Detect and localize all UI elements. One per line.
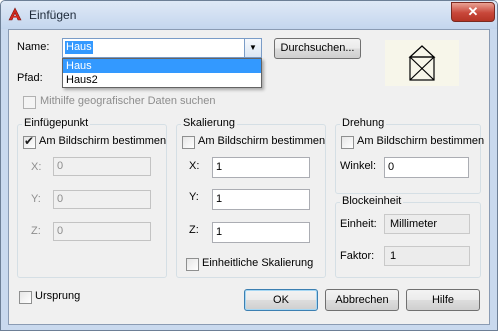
scale-z-field[interactable]: 1	[212, 222, 310, 243]
origin-label: Ursprung	[35, 290, 81, 302]
scale-x-field[interactable]: 1	[212, 157, 310, 178]
browse-button[interactable]: Durchsuchen...	[274, 38, 361, 59]
dropdown-option-haus2[interactable]: Haus2	[63, 73, 261, 87]
uniform-scale-checkbox[interactable]	[186, 258, 199, 271]
dropdown-option-haus[interactable]: Haus	[63, 59, 261, 73]
insertion-on-screen-checkbox[interactable]: ✔	[23, 134, 36, 149]
insertion-x-field[interactable]: 0	[53, 157, 151, 176]
geo-data-checkbox[interactable]	[23, 96, 36, 109]
block-preview	[385, 40, 459, 86]
dialog-body: Name: Haus ▼ Haus Haus2 Durchsuchen... P…	[8, 29, 490, 325]
insert-dialog: Einfügen ✕ Name: Haus ▼ Haus Haus2 Durch…	[0, 0, 498, 331]
insertion-z-field[interactable]: 0	[53, 222, 151, 241]
scale-title: Skalierung	[181, 117, 237, 129]
ok-button[interactable]: OK	[244, 289, 318, 311]
name-label: Name:	[17, 41, 50, 53]
checkmark-icon: ✔	[24, 134, 35, 148]
insertion-point-title: Einfügepunkt	[22, 117, 91, 129]
insertion-y-field[interactable]: 0	[53, 190, 151, 209]
autocad-app-icon	[8, 7, 22, 21]
house-preview-icon	[408, 45, 436, 81]
rotation-title: Drehung	[340, 117, 387, 129]
block-unit-title: Blockeinheit	[340, 195, 404, 207]
scale-x-label: X:	[189, 160, 200, 172]
angle-label: Winkel:	[340, 160, 377, 172]
unit-label: Einheit:	[340, 218, 377, 230]
scale-y-label: Y:	[189, 191, 199, 203]
rotation-on-screen-label: Am Bildschirm bestimmen	[357, 135, 485, 147]
help-button[interactable]: Hilfe	[406, 289, 480, 311]
rotation-on-screen-checkbox[interactable]	[341, 136, 354, 149]
title-bar[interactable]: Einfügen ✕	[1, 1, 497, 29]
name-dropdown-list: Haus Haus2	[62, 58, 262, 88]
insertion-on-screen-label: Am Bildschirm bestimmen	[39, 135, 167, 147]
angle-field[interactable]: 0	[384, 157, 469, 178]
scale-z-label: Z:	[189, 224, 199, 236]
path-label: Pfad:	[17, 72, 43, 84]
geo-data-label: Mithilfe geografischer Daten suchen	[40, 95, 216, 107]
close-button[interactable]: ✕	[451, 2, 495, 22]
insertion-x-label: X:	[31, 161, 42, 173]
scale-y-field[interactable]: 1	[212, 189, 310, 210]
factor-value: 1	[384, 246, 470, 266]
window-title: Einfügen	[29, 8, 77, 22]
factor-label: Faktor:	[340, 250, 375, 262]
name-combobox-value: Haus	[65, 41, 93, 54]
cancel-button[interactable]: Abbrechen	[325, 289, 399, 311]
chevron-down-icon[interactable]: ▼	[244, 39, 261, 57]
insertion-y-label: Y:	[31, 193, 41, 205]
close-icon: ✕	[467, 4, 479, 19]
unit-value: Millimeter	[384, 214, 470, 234]
name-combobox[interactable]: Haus ▼	[62, 38, 262, 58]
scale-on-screen-checkbox[interactable]	[182, 136, 195, 149]
insertion-z-label: Z:	[31, 225, 41, 237]
scale-on-screen-label: Am Bildschirm bestimmen	[198, 135, 326, 147]
origin-checkbox[interactable]	[19, 291, 32, 304]
uniform-scale-label: Einheitliche Skalierung	[202, 257, 314, 269]
